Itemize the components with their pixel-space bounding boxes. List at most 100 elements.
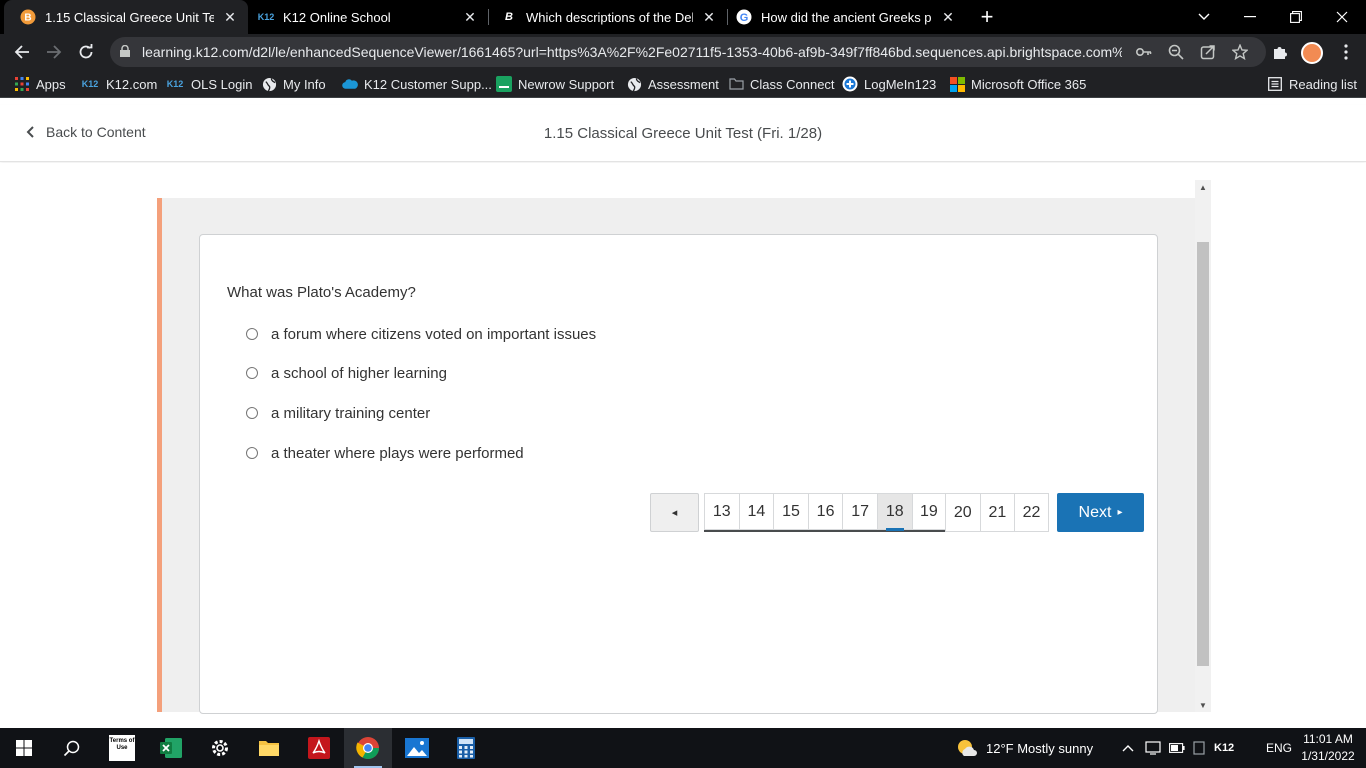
reload-icon[interactable] xyxy=(72,38,100,66)
lock-icon[interactable] xyxy=(120,45,130,57)
excel-icon[interactable] xyxy=(147,728,195,768)
acrobat-icon[interactable] xyxy=(295,728,343,768)
previous-page-button[interactable]: ◂ xyxy=(650,493,699,532)
bookmark-apps[interactable]: Apps xyxy=(14,70,66,98)
start-icon[interactable] xyxy=(0,728,48,768)
bookmark-logmein123[interactable]: LogMeIn123 xyxy=(842,70,936,98)
tab-ancient-greeks[interactable]: G How did the ancient Greeks portray ✕ xyxy=(728,0,966,34)
bookmark-newrow-support[interactable]: Newrow Support xyxy=(496,70,614,98)
ime-indicator[interactable]: K12 xyxy=(1214,728,1234,768)
tab-classical-greece-test[interactable]: B 1.15 Classical Greece Unit Test (Fri. … xyxy=(4,0,248,34)
scroll-down-arrow-icon[interactable]: ▼ xyxy=(1195,698,1211,712)
back-arrow-icon[interactable] xyxy=(8,38,36,66)
scroll-up-arrow-icon[interactable]: ▲ xyxy=(1195,180,1211,194)
close-tab-icon[interactable]: ✕ xyxy=(699,7,719,27)
new-tab-plus-icon[interactable]: + xyxy=(975,4,999,29)
terms-of-use-label: Terms of Use xyxy=(109,735,135,761)
page-21-button[interactable]: 21 xyxy=(979,493,1015,532)
bookmark-class-connect[interactable]: Class Connect xyxy=(728,70,835,98)
bookmark-k12-customer-support[interactable]: K12 Customer Supp... xyxy=(342,70,492,98)
battery-icon[interactable] xyxy=(1169,728,1185,768)
kebab-menu-icon[interactable] xyxy=(1332,38,1360,66)
bookmark-label: Class Connect xyxy=(750,76,835,92)
close-tab-icon[interactable]: ✕ xyxy=(460,7,480,27)
answer-option-1[interactable]: a forum where citizens voted on importan… xyxy=(246,324,596,344)
bookmark-microsoft-office-365[interactable]: Microsoft Office 365 xyxy=(949,70,1086,98)
bookmark-my-info[interactable]: My Info xyxy=(261,70,326,98)
zoom-icon[interactable] xyxy=(1166,42,1186,62)
tab-search-chevron-icon[interactable] xyxy=(1181,0,1227,34)
page-17-button[interactable]: 17 xyxy=(842,493,877,530)
bookmark-star-icon[interactable] xyxy=(1230,42,1250,62)
answer-option-2[interactable]: a school of higher learning xyxy=(246,363,447,383)
bookmark-label: My Info xyxy=(283,76,326,92)
page-14-button[interactable]: 14 xyxy=(738,493,774,530)
weather-widget[interactable]: 12°F Mostly sunny xyxy=(956,728,1093,768)
globe-icon xyxy=(626,76,642,92)
next-label: Next xyxy=(1078,503,1112,521)
reading-list-icon xyxy=(1267,76,1283,92)
brightspace-icon: B xyxy=(20,9,36,25)
chrome-icon[interactable] xyxy=(344,728,392,768)
tab-k12-online-school[interactable]: K12 K12 Online School ✕ xyxy=(248,0,488,34)
close-window-icon[interactable] xyxy=(1319,0,1365,34)
page-15-button[interactable]: 15 xyxy=(773,493,808,530)
content-scrollbar[interactable]: ▲ ▼ xyxy=(1195,180,1211,712)
search-icon[interactable] xyxy=(48,728,96,768)
radio-button[interactable] xyxy=(246,447,258,459)
volume-icon[interactable] xyxy=(1192,728,1206,768)
terms-of-use-icon[interactable]: Terms of Use xyxy=(98,728,146,768)
bookmark-ols-login[interactable]: K12 OLS Login xyxy=(165,70,253,98)
answer-option-4[interactable]: a theater where plays were performed xyxy=(246,443,524,463)
bookmark-assessment[interactable]: Assessment xyxy=(626,70,719,98)
forward-arrow-icon[interactable] xyxy=(40,38,68,66)
calculator-icon[interactable] xyxy=(442,728,490,768)
page-22-button[interactable]: 22 xyxy=(1014,493,1049,532)
radio-button[interactable] xyxy=(246,407,258,419)
minimize-icon[interactable] xyxy=(1227,0,1273,34)
system-clock[interactable]: 11:01 AM 1/31/2022 xyxy=(1296,731,1360,765)
extensions-puzzle-icon[interactable] xyxy=(1266,38,1294,66)
k12-icon: K12 xyxy=(257,12,275,22)
close-tab-icon[interactable]: ✕ xyxy=(938,7,958,27)
next-button[interactable]: Next ▸ xyxy=(1057,493,1144,532)
salesforce-cloud-icon xyxy=(342,76,358,92)
show-hidden-icons-chevron-icon[interactable] xyxy=(1122,728,1134,768)
radio-button[interactable] xyxy=(246,367,258,379)
tab-title: Which descriptions of the Delian League xyxy=(526,9,693,25)
bookmark-label: Newrow Support xyxy=(518,76,615,92)
restore-icon[interactable] xyxy=(1273,0,1319,34)
page-13-button[interactable]: 13 xyxy=(704,493,739,530)
profile-avatar[interactable] xyxy=(1301,42,1323,64)
question-pagination: 13 14 15 16 17 18 19 xyxy=(704,493,947,532)
page-20-button[interactable]: 20 xyxy=(945,493,980,532)
sun-cloud-icon xyxy=(958,740,977,756)
bookmark-k12com[interactable]: K12 K12.com xyxy=(80,70,158,98)
scrollbar-thumb[interactable] xyxy=(1197,242,1209,666)
key-icon[interactable] xyxy=(1134,42,1154,62)
next-arrow: ▸ xyxy=(1117,507,1123,518)
lesson-header: Back to Content 1.15 Classical Greece Un… xyxy=(0,105,1366,162)
logmein-icon xyxy=(842,76,858,92)
page-18-button-current[interactable]: 18 xyxy=(876,493,912,531)
share-icon[interactable] xyxy=(1198,42,1218,62)
tab-delian-league[interactable]: B Which descriptions of the Delian Leagu… xyxy=(489,0,727,34)
radio-button[interactable] xyxy=(246,328,258,340)
photos-icon[interactable] xyxy=(393,728,441,768)
language-indicator[interactable]: ENG xyxy=(1266,728,1292,768)
close-tab-icon[interactable]: ✕ xyxy=(220,7,240,27)
answer-option-label: a school of higher learning xyxy=(271,364,447,382)
answer-option-label: a theater where plays were performed xyxy=(271,444,524,462)
question-text: What was Plato's Academy? xyxy=(227,284,416,301)
page-19-button[interactable]: 19 xyxy=(911,493,947,530)
clock-date: 1/31/2022 xyxy=(1301,749,1355,763)
reading-list-label: Reading list xyxy=(1289,76,1357,92)
bookmarks-bar: Apps K12 K12.com K12 OLS Login My Info K… xyxy=(0,70,1366,98)
page-16-button[interactable]: 16 xyxy=(807,493,843,530)
network-icon[interactable] xyxy=(1145,728,1161,768)
settings-gear-icon[interactable] xyxy=(196,728,244,768)
file-explorer-icon[interactable] xyxy=(245,728,293,768)
reading-list-button[interactable]: Reading list xyxy=(1267,70,1357,98)
address-bar[interactable]: learning.k12.com/d2l/le/enhancedSequence… xyxy=(110,37,1266,67)
answer-option-3[interactable]: a military training center xyxy=(246,403,430,423)
